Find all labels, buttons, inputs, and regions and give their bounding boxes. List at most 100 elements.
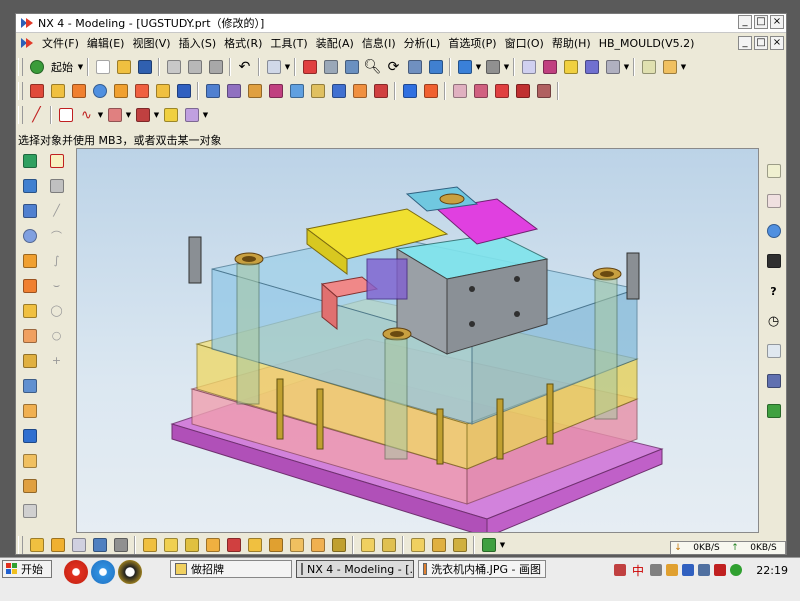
measure-icon[interactable]	[639, 58, 658, 77]
media-player-icon[interactable]	[64, 560, 88, 584]
clock[interactable]: 22:19	[756, 564, 788, 577]
groove-icon[interactable]	[287, 82, 306, 101]
part-tree-icon[interactable]	[764, 189, 783, 213]
paste-icon[interactable]	[206, 58, 225, 77]
sweep-icon[interactable]	[153, 82, 172, 101]
replace-component-icon[interactable]	[182, 536, 201, 555]
history-icon[interactable]: ◷	[764, 309, 783, 333]
feature-extrude-icon[interactable]	[20, 250, 39, 271]
chevron-down-icon[interactable]: ▼	[284, 63, 291, 71]
mirror-icon[interactable]	[534, 82, 553, 101]
wcs-icon[interactable]	[519, 58, 538, 77]
menu-view[interactable]: 视图(V)	[128, 35, 174, 51]
sketch-ellipse-icon[interactable]: ○	[47, 325, 66, 346]
line-icon[interactable]: ╱	[27, 106, 46, 125]
axis-icon[interactable]	[133, 106, 152, 125]
refresh-icon[interactable]	[426, 58, 445, 77]
plane-icon[interactable]	[105, 106, 124, 125]
feature-chamfer-icon[interactable]	[20, 450, 39, 471]
training-icon[interactable]	[764, 249, 783, 273]
feature-block-icon[interactable]	[20, 200, 39, 221]
browser-icon[interactable]	[91, 560, 115, 584]
intersect-icon[interactable]	[182, 106, 201, 125]
tray-arrow-icon[interactable]	[650, 564, 663, 576]
toolbar-grip[interactable]	[18, 82, 23, 100]
mirror-assembly-icon[interactable]	[111, 536, 130, 555]
selection-icon[interactable]	[264, 58, 283, 77]
qq-icon[interactable]	[118, 560, 142, 584]
reuse-library-icon[interactable]	[764, 369, 783, 393]
boss-icon[interactable]	[203, 82, 222, 101]
point-constructor-icon[interactable]	[47, 175, 66, 196]
mate-component-icon[interactable]	[161, 536, 180, 555]
roles-icon[interactable]	[764, 399, 783, 423]
shaded-icon[interactable]	[455, 58, 474, 77]
blend-icon[interactable]	[329, 82, 348, 101]
ime-indicator[interactable]: 中	[632, 562, 644, 579]
pad-icon[interactable]	[245, 82, 264, 101]
taskbar-button-paint[interactable]: 洗衣机内桶.JPG - 画图	[418, 560, 546, 578]
toolbar-grip[interactable]	[18, 106, 23, 124]
feature-blend-icon[interactable]	[20, 425, 39, 446]
sketch-arc-icon[interactable]: ⌒	[47, 225, 66, 246]
link-icon[interactable]	[450, 536, 469, 555]
chamfer-icon[interactable]	[350, 82, 369, 101]
network-icon[interactable]	[682, 564, 695, 576]
wireframe-icon[interactable]	[483, 58, 502, 77]
menu-preferences[interactable]: 首选项(P)	[444, 35, 500, 51]
maximize-button[interactable]: □	[754, 15, 768, 29]
feature-sphere-icon[interactable]	[20, 225, 39, 246]
chevron-down-icon[interactable]: ▼	[125, 111, 132, 119]
wave-link-icon[interactable]	[224, 536, 243, 555]
taskbar-button-folder[interactable]: 做招牌	[170, 560, 292, 578]
system-materials-icon[interactable]	[764, 339, 783, 363]
doc-close-button[interactable]: ×	[770, 36, 784, 50]
graphics-viewport[interactable]	[76, 148, 759, 533]
select-all-icon[interactable]	[47, 150, 66, 171]
start-button[interactable]: 起始	[47, 59, 77, 75]
help-icon[interactable]: ?	[764, 279, 783, 303]
minimize-button[interactable]: _	[738, 15, 752, 29]
sketch-point-icon[interactable]: +	[47, 350, 66, 371]
taskbar-button-nx[interactable]: NX 4 - Modeling - [...	[296, 560, 414, 578]
pocket-icon[interactable]	[224, 82, 243, 101]
sketch-curve-icon[interactable]: ∫	[47, 250, 66, 271]
display-component-icon[interactable]	[429, 536, 448, 555]
filter-icon[interactable]	[582, 58, 601, 77]
save-icon[interactable]	[135, 58, 154, 77]
sketch-fillet-icon[interactable]: ⌣	[47, 275, 66, 296]
assembly-tree-icon[interactable]	[764, 159, 783, 183]
sphere-icon[interactable]	[90, 82, 109, 101]
menu-window[interactable]: 窗口(O)	[501, 35, 548, 51]
download-icon[interactable]	[479, 536, 498, 555]
chevron-down-icon[interactable]: ▼	[153, 111, 160, 119]
pan-icon[interactable]	[405, 58, 424, 77]
feature-pad-icon[interactable]	[20, 400, 39, 421]
cone-icon[interactable]	[69, 82, 88, 101]
magnify-icon[interactable]: 🔍︎	[363, 58, 382, 77]
clearance-icon[interactable]	[308, 536, 327, 555]
point-icon[interactable]: ∿	[77, 106, 96, 125]
volume-icon[interactable]	[698, 564, 711, 576]
spline-icon[interactable]	[513, 82, 532, 101]
fit-icon[interactable]	[300, 58, 319, 77]
menu-hb-mould[interactable]: HB_MOULD(V5.2)	[595, 37, 699, 50]
close-button[interactable]: ×	[770, 15, 784, 29]
deformable-icon[interactable]	[379, 536, 398, 555]
draft-icon[interactable]	[400, 82, 419, 101]
sketch-line-icon[interactable]: ╱	[47, 200, 66, 221]
feature-hole-icon[interactable]	[20, 325, 39, 346]
toolbar-grip[interactable]	[18, 58, 23, 76]
menu-tools[interactable]: 工具(T)	[266, 35, 311, 51]
offset-icon[interactable]	[471, 82, 490, 101]
web-browser-icon[interactable]	[764, 219, 783, 243]
start-icon[interactable]	[27, 58, 46, 77]
status-icon[interactable]	[730, 564, 743, 576]
zoom-icon[interactable]	[342, 58, 361, 77]
move-component-icon[interactable]	[245, 536, 264, 555]
menu-information[interactable]: 信息(I)	[358, 35, 400, 51]
cylinder-icon[interactable]	[48, 82, 67, 101]
chevron-down-icon[interactable]: ▼	[499, 541, 506, 549]
antivirus-icon[interactable]	[714, 564, 727, 576]
slot-icon[interactable]	[266, 82, 285, 101]
